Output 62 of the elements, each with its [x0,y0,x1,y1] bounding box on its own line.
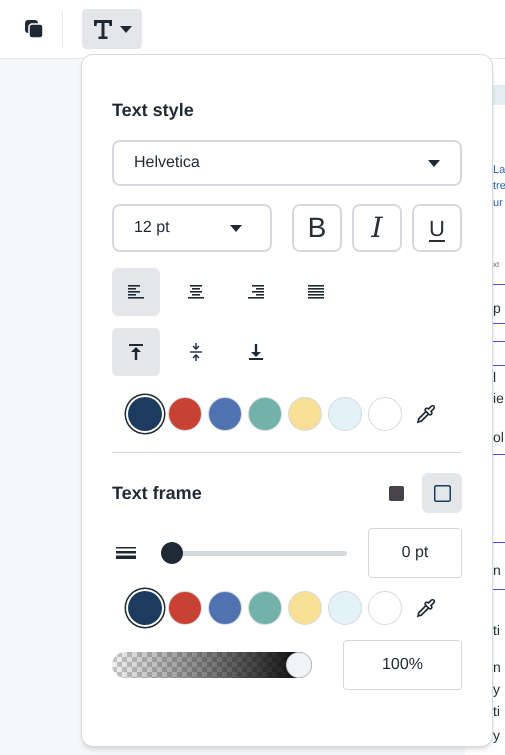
align-button[interactable] [112,268,160,316]
color-swatch[interactable] [368,397,402,431]
layers-icon [24,19,44,39]
square-outline-icon [434,484,450,502]
outline-frame-button[interactable] [422,473,462,513]
document-text: y [493,728,500,742]
size-dropdown[interactable]: 12 pt [112,204,272,252]
color-swatch[interactable] [328,397,362,431]
document-text: n [493,563,501,577]
color-swatch[interactable] [248,397,282,431]
opacity-field[interactable]: 100% [343,640,462,690]
italic-button[interactable]: I [352,204,402,252]
align-middle-icon [190,343,202,361]
opacity-slider[interactable] [112,652,312,678]
color-swatch[interactable] [168,591,202,625]
font-dropdown[interactable]: Helvetica [112,140,462,186]
color-swatch[interactable] [368,591,402,625]
document-text: p [493,301,501,315]
document-text: xt [493,261,500,269]
color-swatch[interactable] [328,591,362,625]
color-swatch[interactable] [288,591,322,625]
text-style-button[interactable] [82,9,142,49]
vertical-align-button[interactable] [112,328,160,376]
eyedropper-icon[interactable] [414,596,438,620]
color-swatch[interactable] [128,397,162,431]
document-text: n [493,660,501,674]
document-text: La [493,165,505,176]
document-text: ti [493,623,500,637]
caret-icon [120,26,132,32]
filled-square-icon [388,486,404,500]
bold-button[interactable]: B [292,204,342,252]
underline-button[interactable]: U [412,204,462,252]
dropdown-caret-icon [428,160,440,166]
line-weight-icon [116,547,136,559]
align-top-icon [129,344,143,360]
section-title: Text frame [112,484,202,502]
align-justify-icon [308,285,324,299]
border-width-field[interactable]: 0 pt [368,528,462,578]
document-text: tre [493,181,505,192]
color-swatch[interactable] [288,397,322,431]
color-swatch[interactable] [128,591,162,625]
slider-thumb[interactable] [286,652,312,678]
color-swatch[interactable] [168,397,202,431]
section-title: Text style [112,101,195,119]
eyedropper-icon[interactable] [414,402,438,426]
dropdown-caret-icon [230,224,242,232]
document-text: l [493,370,496,384]
align-right-icon [248,285,264,299]
text-icon [92,19,112,39]
align-left-icon [128,285,144,299]
align-bottom-icon [249,344,263,360]
document-text: ur [493,198,503,209]
align-center-icon [188,285,204,299]
color-swatch[interactable] [208,397,242,431]
border-width-slider[interactable] [161,542,347,564]
document-text: ti [493,704,500,718]
document-text: y [493,682,500,696]
color-swatch[interactable] [248,591,282,625]
document-text: ie [493,391,504,405]
document-text: ol [493,430,504,444]
color-swatch[interactable] [208,591,242,625]
slider-thumb[interactable] [161,542,183,564]
